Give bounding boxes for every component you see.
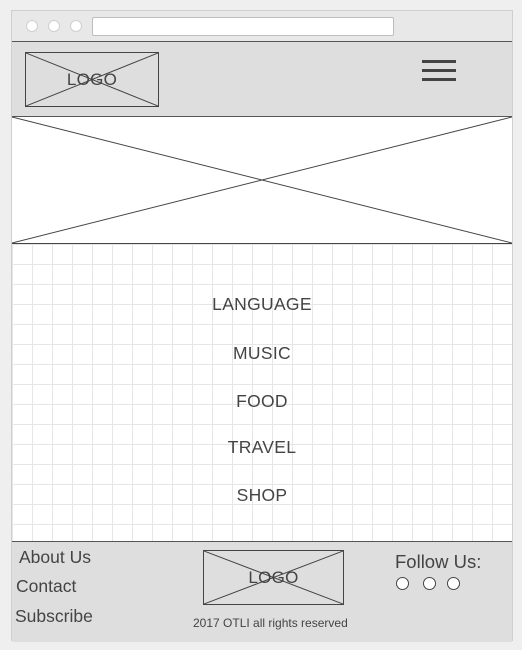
hero-image-placeholder — [12, 117, 512, 244]
window-maximize-dot[interactable] — [70, 20, 82, 32]
header-logo[interactable]: LOGO — [25, 52, 159, 107]
follow-us-label: Follow Us: — [395, 551, 482, 572]
site-footer: About Us Contact Subscribe LOGO 2017 OTL… — [12, 541, 512, 642]
social-icon-3[interactable] — [447, 577, 460, 590]
copyright-text: 2017 OTLI all rights reserved — [193, 616, 348, 630]
browser-window: LOGO LANGUAGE MUSIC FOOD TRAVEL SHOP Abo… — [11, 10, 513, 642]
nav-item-food[interactable]: FOOD — [12, 391, 512, 412]
social-icon-2[interactable] — [423, 577, 436, 590]
footer-link-about[interactable]: About Us — [19, 547, 91, 568]
footer-logo-label: LOGO — [248, 567, 299, 587]
nav-item-music[interactable]: MUSIC — [12, 343, 512, 364]
nav-item-language[interactable]: LANGUAGE — [12, 294, 512, 315]
browser-titlebar — [12, 11, 512, 42]
footer-link-contact[interactable]: Contact — [16, 576, 76, 597]
window-close-dot[interactable] — [26, 20, 38, 32]
site-header: LOGO — [12, 42, 512, 117]
nav-menu: LANGUAGE MUSIC FOOD TRAVEL SHOP — [12, 244, 512, 541]
nav-item-travel[interactable]: TRAVEL — [12, 437, 512, 458]
footer-logo[interactable]: LOGO — [203, 550, 344, 605]
logo-label: LOGO — [66, 69, 118, 89]
address-bar[interactable] — [92, 17, 394, 36]
nav-item-shop[interactable]: SHOP — [12, 485, 512, 506]
social-icon-1[interactable] — [396, 577, 409, 590]
window-minimize-dot[interactable] — [48, 20, 60, 32]
hamburger-menu-icon[interactable] — [422, 59, 458, 87]
footer-link-subscribe[interactable]: Subscribe — [15, 606, 93, 627]
placeholder-cross-icon — [12, 117, 512, 243]
